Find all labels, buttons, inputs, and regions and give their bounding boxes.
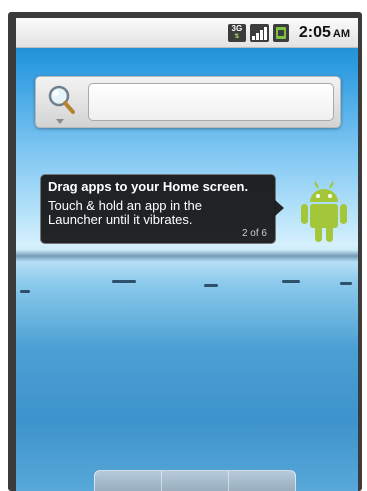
search-icon[interactable] <box>46 83 76 117</box>
battery-icon <box>272 24 289 42</box>
search-engine-dropdown-icon[interactable] <box>56 119 64 124</box>
status-icons: 3G ⇅ 2:05 AM <box>227 23 350 43</box>
tooltip-title: Drag apps to your Home screen. <box>48 179 249 194</box>
dock-slot[interactable] <box>95 471 162 491</box>
wallpaper-islet <box>20 290 30 293</box>
wallpaper-islet <box>282 280 300 283</box>
status-clock: 2:05 AM <box>299 24 350 42</box>
wallpaper-islet <box>112 280 136 283</box>
dock-slot[interactable] <box>229 471 295 491</box>
search-input[interactable] <box>88 83 334 121</box>
launcher-hint-tooltip[interactable]: Drag apps to your Home screen. Touch & h… <box>40 174 284 244</box>
clock-time: 2:05 <box>298 24 331 41</box>
app-dock[interactable] <box>94 470 296 491</box>
data-arrows-icon: ⇅ <box>234 34 240 40</box>
status-bar[interactable]: 3G ⇅ 2:05 AM <box>16 18 358 48</box>
tooltip-body: Touch & hold an app in the Launcher unti… <box>48 198 202 227</box>
android-icon[interactable] <box>296 178 352 244</box>
wallpaper-islet <box>340 282 352 285</box>
search-widget[interactable] <box>35 76 341 128</box>
3g-icon: 3G ⇅ <box>227 24 246 42</box>
home-screen: 3G ⇅ 2:05 AM Drag apps to your Home scree… <box>16 18 358 491</box>
wallpaper-islet <box>204 284 218 287</box>
clock-ampm: AM <box>332 28 350 40</box>
dock-slot[interactable] <box>162 471 229 491</box>
horizon-band <box>16 250 358 262</box>
signal-icon <box>249 24 269 42</box>
network-label: 3G <box>231 24 243 33</box>
tooltip-page-indicator: 2 of 6 <box>241 228 267 239</box>
